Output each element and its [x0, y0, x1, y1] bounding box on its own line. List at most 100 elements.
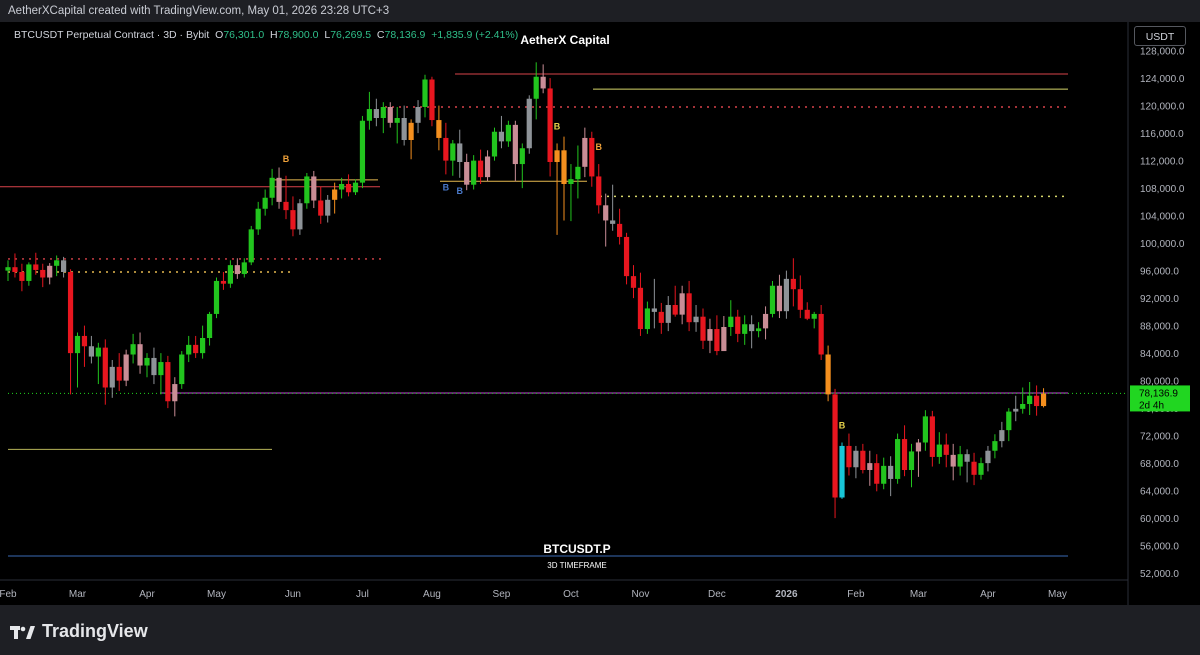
candle-body — [158, 362, 164, 376]
candle-body — [1027, 395, 1033, 404]
candle-body — [901, 439, 908, 470]
signal-marker-label: B — [457, 186, 464, 196]
candle-body — [651, 308, 657, 312]
price-axis: 128,000.0 124,000.0 120,000.0 116,000.0 112,… — [1127, 22, 1200, 605]
candle-body — [116, 366, 122, 381]
candle-body — [478, 160, 484, 178]
candle-body — [200, 338, 206, 354]
attribution-text: AetherXCapital created with TradingView.… — [8, 5, 390, 17]
candle-body — [67, 272, 74, 354]
candle-body — [853, 450, 859, 468]
candle-body — [922, 416, 928, 443]
candle-body — [26, 264, 32, 281]
candle-body — [971, 461, 977, 475]
candle-body — [491, 131, 498, 157]
candle-body — [95, 347, 101, 357]
candle-body — [658, 311, 664, 323]
time-tick-label: Nov — [632, 589, 650, 600]
candle-body — [686, 293, 692, 323]
candle-body — [665, 305, 671, 323]
candle-body — [950, 454, 956, 467]
candle-body — [1034, 395, 1040, 407]
candle-body — [568, 179, 574, 184]
signal-marker-label: B — [839, 421, 846, 431]
candle-body — [936, 444, 942, 457]
price-tick-label: 84,000.0 — [1140, 349, 1179, 360]
candle-body — [846, 445, 852, 468]
candle-body — [630, 276, 637, 288]
candle-body — [471, 160, 477, 185]
candle-body — [1040, 393, 1047, 407]
candle-body — [623, 236, 630, 277]
candle-body — [345, 184, 352, 193]
time-tick-label: Apr — [980, 589, 996, 600]
price-tick-label: 108,000.0 — [1140, 184, 1185, 195]
candle-body — [255, 208, 261, 230]
candle-body — [373, 109, 379, 118]
candle-body — [443, 137, 449, 161]
time-tick-label: Jun — [285, 589, 301, 600]
ticker-label: BTCUSDT.P — [543, 542, 611, 556]
candle-body — [283, 201, 289, 211]
price-tick-label: 104,000.0 — [1140, 212, 1185, 223]
candle-body — [172, 384, 178, 402]
candle-body — [769, 285, 776, 314]
candle-body — [874, 463, 880, 484]
candle-body — [325, 199, 331, 216]
currency-button[interactable]: USDT — [1134, 26, 1186, 46]
price-tick-label: 64,000.0 — [1140, 487, 1179, 498]
candle-body — [290, 210, 296, 230]
candle-body — [332, 189, 338, 200]
candle-body — [881, 465, 887, 484]
candle-body — [33, 264, 39, 270]
candle-body — [359, 120, 366, 183]
signal-marker-label: B — [443, 182, 450, 192]
chart-area[interactable]: BBBBBB 128,000.0 124,000.0 120,000.0 116,00… — [0, 22, 1200, 605]
candle-body — [610, 220, 616, 224]
candle-body — [985, 450, 991, 464]
price-tick-label: 100,000.0 — [1140, 239, 1185, 250]
candle-body — [547, 88, 553, 162]
last-price-countdown: 2d 4h — [1139, 400, 1164, 411]
candle-body — [895, 439, 901, 479]
time-tick-label: Dec — [708, 589, 726, 600]
price-chart[interactable]: BBBBBB 128,000.0124,000.0120,000.0116,00… — [0, 22, 1200, 605]
signal-marker-label: B — [554, 121, 561, 131]
candle-body — [888, 465, 894, 479]
candle-body — [589, 137, 595, 177]
candle-body — [603, 205, 609, 221]
tradingview-logo: TradingView — [10, 621, 148, 642]
candle-body — [735, 316, 741, 334]
candle-body — [561, 150, 567, 184]
candle-body — [978, 463, 984, 475]
candle-body — [756, 328, 762, 332]
candle-body — [408, 122, 414, 140]
candle-body — [790, 278, 796, 290]
time-tick-label: 2026 — [775, 589, 798, 600]
candle-body — [818, 313, 824, 355]
candle-body — [193, 344, 199, 354]
candle-body — [450, 143, 456, 161]
candle-body — [582, 137, 588, 167]
candle-body — [144, 357, 150, 366]
candle-body — [137, 344, 143, 366]
price-tick-label: 120,000.0 — [1140, 102, 1185, 113]
candle-body — [825, 354, 831, 395]
candle-body — [533, 76, 539, 99]
candle-body — [617, 223, 623, 237]
attribution-bar: AetherXCapital created with TradingView.… — [0, 0, 1200, 22]
candle-body — [811, 313, 817, 319]
time-tick-label: Mar — [910, 589, 928, 600]
brand-label: AetherX Capital — [520, 33, 610, 47]
candle-body — [394, 118, 400, 123]
candle-body — [1013, 408, 1019, 412]
candle-body — [908, 451, 915, 470]
candle-body — [401, 118, 407, 140]
candle-body — [318, 200, 324, 216]
time-tick-label: Jul — [356, 589, 369, 600]
candle-body — [366, 109, 372, 121]
candle-body — [213, 280, 220, 314]
candle-body — [484, 156, 491, 178]
price-tick-label: 96,000.0 — [1140, 267, 1179, 278]
price-tick-label: 52,000.0 — [1140, 569, 1179, 580]
